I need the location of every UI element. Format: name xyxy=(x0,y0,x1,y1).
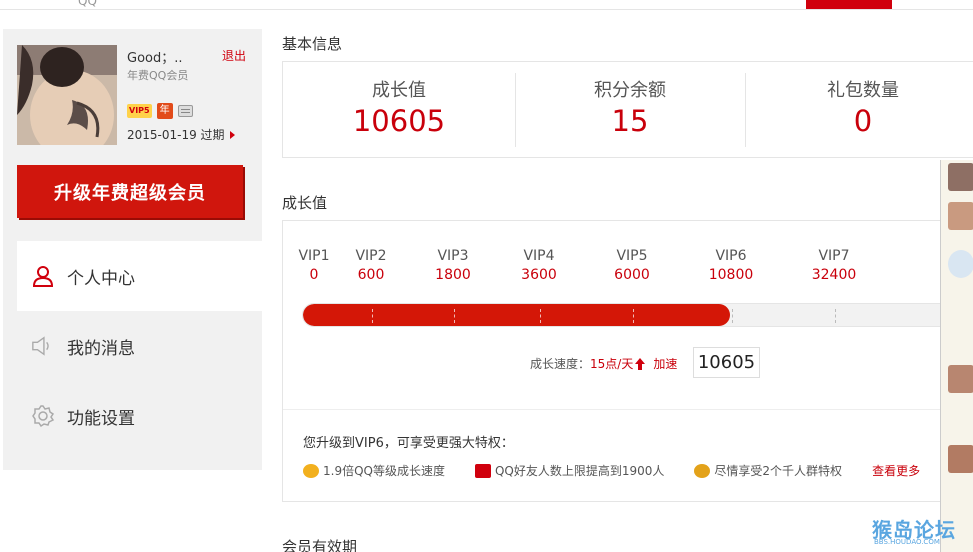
growth-progress-bar xyxy=(302,303,973,327)
contact-avatar[interactable] xyxy=(948,445,973,473)
level-points: 1800 xyxy=(435,267,471,283)
speed-value: 15点/天 xyxy=(590,357,634,371)
vip-level-icon[interactable]: VIP5 xyxy=(127,104,152,118)
sidebar: Good；.. 退出 年费QQ会员 VIP5 年 2015-01-19 过期 升… xyxy=(3,29,262,470)
benefit-text: QQ好友人数上限提高到1900人 xyxy=(494,464,665,478)
person-icon xyxy=(31,264,55,288)
current-growth-value: 10605 xyxy=(693,347,760,378)
level-marker-vip2: VIP2 600 xyxy=(341,248,401,283)
bar-tick xyxy=(835,309,836,323)
benefits-title: 您升级到VIP6，可享受更强大特权： xyxy=(303,436,514,451)
nav-item-personal-center[interactable]: 个人中心 xyxy=(17,241,262,311)
benefits-list: 1.9倍QQ等级成长速度 QQ好友人数上限提高到1900人 尽情享受2个千人群特… xyxy=(303,462,920,479)
badge-row: VIP5 年 xyxy=(127,102,193,120)
upgrade-button[interactable]: 升级年费超级会员 xyxy=(17,165,243,218)
divider xyxy=(283,409,973,410)
chevron-right-icon xyxy=(229,130,235,139)
stat-growth[interactable]: 成长值 10605 xyxy=(283,62,515,157)
validity-title: 会员有效期 xyxy=(282,538,358,552)
stat-value: 10605 xyxy=(352,104,446,138)
stat-label: 积分余额 xyxy=(594,80,666,101)
watermark-sub: BBS.HOUDAO.COM xyxy=(874,538,940,546)
level-name: VIP2 xyxy=(355,248,387,264)
level-name: VIP7 xyxy=(818,248,850,264)
speaker-icon xyxy=(31,334,55,358)
chat-sidebar xyxy=(940,160,973,552)
bar-tick xyxy=(372,309,373,323)
level-name: VIP5 xyxy=(616,248,648,264)
watermark-logo: 猴岛论坛 BBS.HOUDAO.COM xyxy=(872,514,956,546)
nav-item-settings[interactable]: 功能设置 xyxy=(17,381,262,451)
see-more-link[interactable]: 查看更多 xyxy=(872,462,920,479)
stat-gift-packs[interactable]: 礼包数量 0 xyxy=(745,62,973,157)
speed-label: 成长速度： xyxy=(530,357,591,371)
member-type: 年费QQ会员 xyxy=(127,69,189,82)
level-points: 32400 xyxy=(811,267,857,283)
benefit-text: 尽情享受2个千人群特权 xyxy=(714,464,843,478)
level-marker-vip5: VIP5 6000 xyxy=(602,248,662,283)
contact-avatar[interactable] xyxy=(948,202,973,230)
nav-label: 我的消息 xyxy=(67,338,135,359)
level-name: VIP1 xyxy=(298,248,330,264)
level-marker-vip1: VIP1 0 xyxy=(284,248,344,283)
friends-icon xyxy=(474,463,491,478)
bar-tick xyxy=(454,309,455,323)
avatar-photo xyxy=(17,45,117,145)
benefit-item[interactable]: 尽情享受2个千人群特权 xyxy=(694,462,842,479)
level-points: 600 xyxy=(357,267,385,283)
stat-label: 礼包数量 xyxy=(827,80,899,101)
stat-points[interactable]: 积分余额 15 xyxy=(515,62,745,157)
level-points: 6000 xyxy=(614,267,650,283)
logout-link[interactable]: 退出 xyxy=(222,47,246,64)
group-icon xyxy=(694,463,711,478)
growth-speed: 成长速度： 15点/天 加速 xyxy=(530,355,677,372)
eye-icon[interactable] xyxy=(948,250,973,278)
stat-value: 0 xyxy=(853,104,873,138)
basic-info-panel: 成长值 10605 积分余额 15 礼包数量 0 xyxy=(282,61,973,158)
stat-value: 15 xyxy=(611,104,649,138)
growth-progress-fill xyxy=(303,304,731,326)
benefit-item[interactable]: 1.9倍QQ等级成长速度 xyxy=(303,462,445,479)
nav-label: 个人中心 xyxy=(67,268,135,289)
level-name: VIP4 xyxy=(523,248,555,264)
stat-label: 成长值 xyxy=(372,80,426,101)
benefit-item[interactable]: QQ好友人数上限提高到1900人 xyxy=(474,462,665,479)
accelerate-link[interactable]: 加速 xyxy=(653,355,677,372)
username: Good；.. xyxy=(127,51,183,66)
avatar[interactable] xyxy=(17,45,117,145)
contact-avatar[interactable] xyxy=(948,365,973,393)
arrow-up-icon xyxy=(635,357,646,370)
level-points: 0 xyxy=(309,267,319,283)
active-top-tab[interactable] xyxy=(806,0,892,9)
sidebar-nav: 个人中心 我的消息 功能设置 xyxy=(17,241,262,451)
nav-item-my-messages[interactable]: 我的消息 xyxy=(17,311,262,381)
level-name: VIP3 xyxy=(437,248,469,264)
annual-member-icon[interactable]: 年 xyxy=(156,103,173,119)
level-marker-vip6: VIP6 10800 xyxy=(701,248,761,283)
expiry-info[interactable]: 2015-01-19 过期 xyxy=(127,126,235,143)
benefit-text: 1.9倍QQ等级成长速度 xyxy=(323,464,445,478)
level-name: VIP6 xyxy=(715,248,747,264)
top-bar: QQ xyxy=(0,0,973,10)
level-marker-vip3: VIP3 1800 xyxy=(423,248,483,283)
top-bar-text: QQ xyxy=(78,0,97,8)
card-icon[interactable] xyxy=(177,105,193,117)
level-points: 3600 xyxy=(521,267,557,283)
smiley-icon xyxy=(303,463,319,478)
expiry-text: 2015-01-19 过期 xyxy=(127,128,225,142)
bar-tick xyxy=(732,309,733,323)
contact-avatar[interactable] xyxy=(948,163,973,191)
growth-panel: VIP1 0 VIP2 600 VIP3 1800 VIP4 3600 VIP5… xyxy=(282,220,973,502)
gear-icon xyxy=(31,404,55,428)
bar-tick xyxy=(540,309,541,323)
bar-tick xyxy=(633,309,634,323)
growth-title: 成长值 xyxy=(282,194,328,212)
level-marker-vip4: VIP4 3600 xyxy=(509,248,569,283)
level-points: 10800 xyxy=(708,267,754,283)
level-marker-vip7: VIP7 32400 xyxy=(804,248,864,283)
nav-label: 功能设置 xyxy=(67,408,135,429)
basic-info-title: 基本信息 xyxy=(282,35,343,53)
